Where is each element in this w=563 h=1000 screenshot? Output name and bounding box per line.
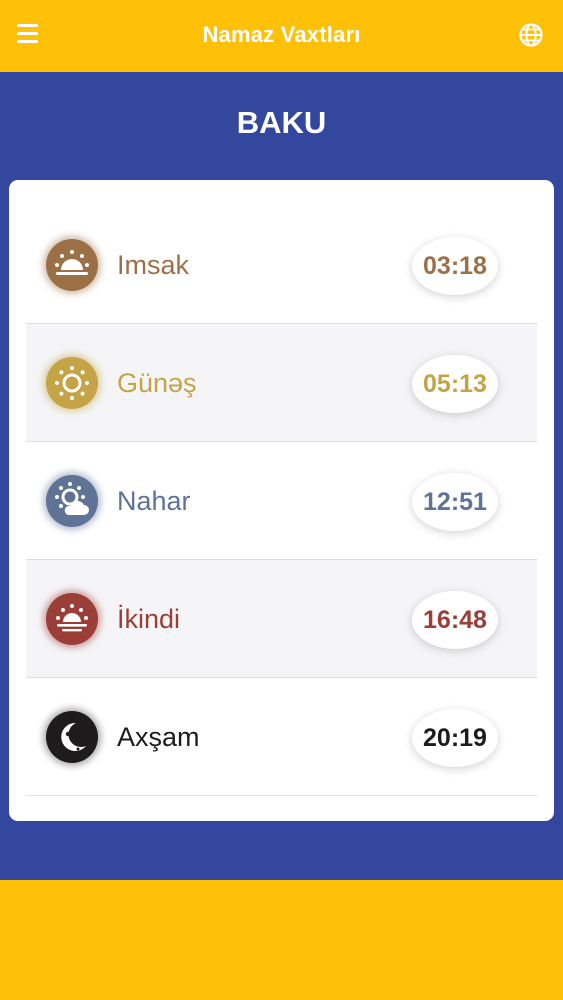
app-title: Namaz Vaxtları [202,22,361,47]
sun-cloud-icon [46,475,98,527]
prayer-time: 20:19 [412,709,498,767]
sunrise-icon [46,239,98,291]
prayer-times-card: Imsak 03:18 Günəş 05:13 Nahar 12:51 İkin… [9,180,554,821]
prayer-row-nahar[interactable]: Nahar 12:51 [26,442,537,560]
prayer-row-imsak[interactable]: Imsak 03:18 [26,206,537,324]
prayer-name: Imsak [117,250,190,280]
prayer-name: Nahar [117,486,191,516]
app-header: Namaz Vaxtları [0,0,563,72]
prayer-row-gunes[interactable]: Günəş 05:13 [26,324,537,442]
prayer-name: Axşam [117,722,200,752]
prayer-time: 16:48 [412,591,498,649]
prayer-time: 12:51 [412,473,498,531]
moon-icon [46,711,98,763]
footer-band [0,880,563,1000]
prayer-time: 03:18 [412,237,498,295]
prayer-name: Günəş [117,368,197,398]
prayer-time: 05:13 [412,355,498,413]
prayer-row-ikindi[interactable]: İkindi 16:48 [26,560,537,678]
sunset-icon [46,593,98,645]
city-name: BAKU [236,105,327,140]
prayer-name: İkindi [117,604,181,634]
sun-icon [46,357,98,409]
globe-icon[interactable] [518,22,544,48]
prayer-row-axsam[interactable]: Axşam 20:19 [26,678,537,796]
